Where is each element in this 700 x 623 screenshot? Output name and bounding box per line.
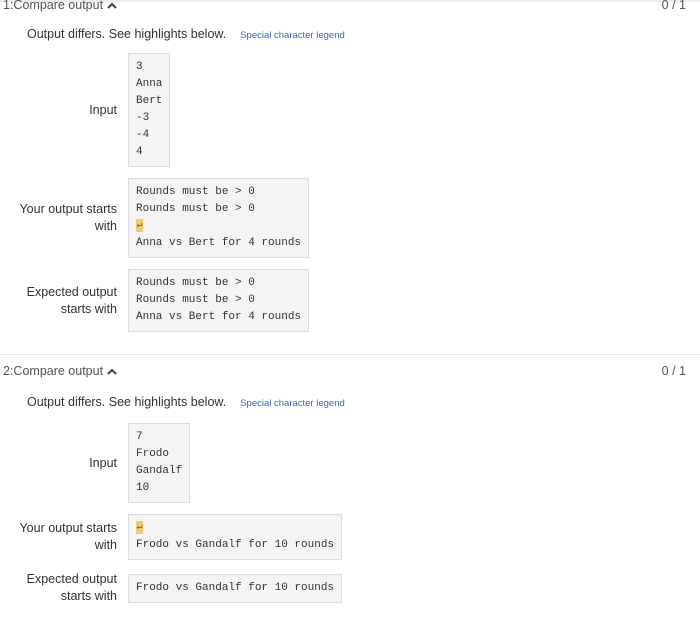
diff-message-row: Output differs. See highlights below. Sp… bbox=[27, 395, 700, 409]
diff-message: Output differs. See highlights below. bbox=[27, 395, 227, 409]
input-line: -3 bbox=[136, 112, 150, 124]
input-row: Input 3 Anna Bert -3 -4 4 bbox=[0, 53, 700, 167]
input-line: 10 bbox=[136, 482, 150, 494]
your-output-box: ↵ Frodo vs Gandalf for 10 rounds bbox=[128, 514, 343, 560]
expected-line: Frodo vs Gandalf for 10 rounds bbox=[136, 581, 335, 594]
your-output-row: Your output starts with ↵ Frodo vs Ganda… bbox=[0, 514, 700, 560]
input-line: -4 bbox=[136, 129, 150, 141]
output-line: Rounds must be > 0 bbox=[136, 203, 255, 215]
expected-line: Rounds must be > 0 bbox=[136, 277, 255, 289]
test-title: 2:Compare output bbox=[3, 364, 104, 378]
your-output-label-line: with bbox=[94, 219, 117, 233]
expected-output-box: Frodo vs Gandalf for 10 rounds bbox=[128, 573, 343, 603]
test-header-2: 2:Compare output 0 / 1 bbox=[0, 360, 700, 382]
input-line: 4 bbox=[136, 146, 143, 158]
input-line: 3 bbox=[136, 61, 143, 73]
newline-highlight-icon: ↵ bbox=[136, 520, 143, 534]
input-line: Gandalf bbox=[136, 465, 183, 477]
test-score: 0 / 1 bbox=[661, 364, 686, 378]
expected-output-box: Rounds must be > 0 Rounds must be > 0 An… bbox=[128, 269, 310, 332]
output-line-newline: ↵ bbox=[136, 520, 334, 537]
collapse-toggle-1[interactable]: 1:Compare output bbox=[3, 0, 117, 12]
your-output-label: Your output starts with bbox=[0, 520, 128, 554]
your-output-box: Rounds must be > 0 Rounds must be > 0 ↵ … bbox=[128, 178, 310, 258]
diff-message-row: Output differs. See highlights below. Sp… bbox=[27, 27, 700, 41]
output-line: Anna vs Bert for 4 rounds bbox=[136, 237, 302, 249]
input-line: Bert bbox=[136, 95, 163, 107]
input-line: Frodo bbox=[136, 448, 170, 460]
expected-output-row: Expected output starts with Rounds must … bbox=[0, 269, 700, 332]
input-box: 3 Anna Bert -3 -4 4 bbox=[128, 53, 171, 167]
diff-message: Output differs. See highlights below. bbox=[27, 27, 227, 41]
expected-output-label-line: Expected output bbox=[26, 284, 117, 299]
expected-output-label-line: starts with bbox=[60, 301, 117, 316]
chevron-up-icon bbox=[107, 2, 117, 9]
your-output-label: Your output starts with bbox=[0, 201, 128, 235]
your-output-label-line: Your output starts bbox=[19, 521, 117, 535]
expected-line: Anna vs Bert for 4 rounds bbox=[136, 311, 302, 323]
expected-output-label-line: Expected output bbox=[26, 572, 117, 586]
expected-line: Rounds must be > 0 bbox=[136, 294, 255, 306]
input-row: Input 7 Frodo Gandalf 10 bbox=[0, 423, 700, 503]
collapse-toggle-2[interactable]: 2:Compare output bbox=[3, 364, 117, 378]
output-line: Frodo vs Gandalf for 10 rounds bbox=[136, 539, 335, 551]
special-character-legend-link[interactable]: Special character legend bbox=[240, 30, 345, 41]
input-line: Anna bbox=[136, 78, 163, 90]
input-label: Input bbox=[89, 102, 117, 117]
special-character-legend-link[interactable]: Special character legend bbox=[240, 398, 345, 409]
test-title: 1:Compare output bbox=[3, 0, 104, 12]
expected-output-row: Expected output starts with Frodo vs Gan… bbox=[0, 571, 700, 605]
input-box: 7 Frodo Gandalf 10 bbox=[128, 423, 191, 503]
input-label: Input bbox=[89, 455, 117, 470]
expected-output-label-line: starts with bbox=[60, 589, 117, 603]
newline-highlight-icon: ↵ bbox=[136, 218, 143, 232]
test-panel-2: 2:Compare output 0 / 1 Output differs. S… bbox=[0, 360, 700, 623]
output-line: Rounds must be > 0 bbox=[136, 186, 255, 198]
your-output-label-line: Your output starts bbox=[19, 202, 117, 216]
input-line: 7 bbox=[136, 431, 143, 443]
test-header-1: 1:Compare output 0 / 1 bbox=[0, 0, 700, 16]
chevron-up-icon bbox=[107, 368, 117, 375]
your-output-row: Your output starts with Rounds must be >… bbox=[0, 178, 700, 258]
test-score: 0 / 1 bbox=[661, 0, 686, 12]
output-line-newline: ↵ bbox=[136, 218, 301, 235]
expected-output-label: Expected output starts with bbox=[0, 284, 128, 318]
your-output-label-line: with bbox=[94, 538, 117, 552]
test-panel-1: 1:Compare output 0 / 1 Output differs. S… bbox=[0, 0, 700, 355]
expected-output-label: Expected output starts with bbox=[0, 571, 128, 605]
